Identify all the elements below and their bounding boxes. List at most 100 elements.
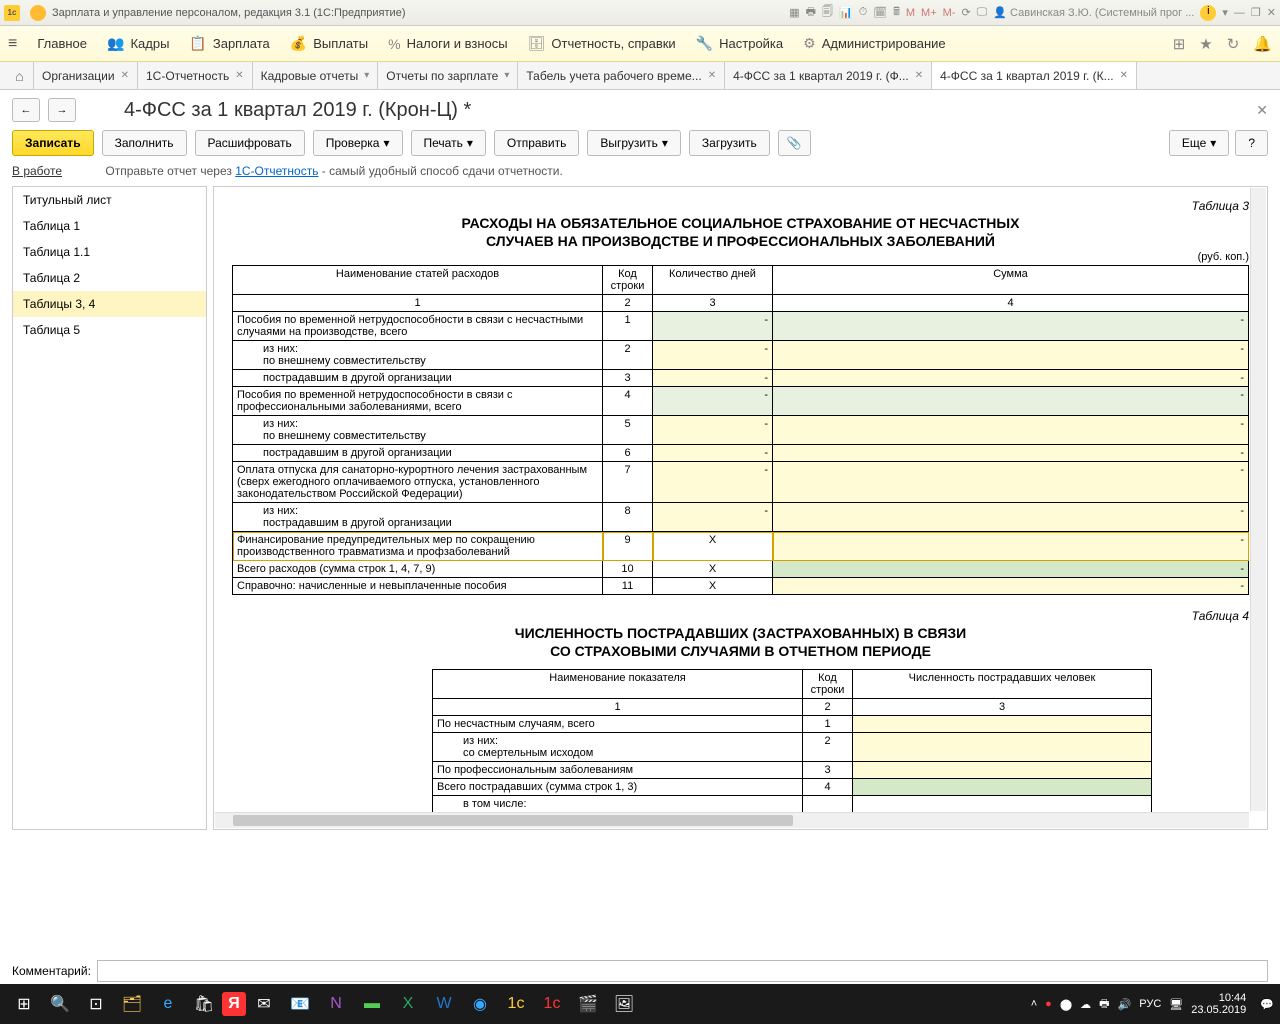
teamviewer-icon[interactable]: ◉ <box>462 988 498 1020</box>
attach-button[interactable]: 📎 <box>778 130 811 156</box>
nav-admin[interactable]: ⚙Администрирование <box>803 35 946 52</box>
maximize-icon[interactable]: ❐ <box>1251 6 1261 19</box>
nav-otchet[interactable]: 🗄Отчетность, справки <box>528 35 676 52</box>
close-icon[interactable]: ▾ <box>364 70 369 81</box>
sidebar-item[interactable]: Таблица 5 <box>13 317 206 343</box>
fill-button[interactable]: Заполнить <box>102 130 187 156</box>
tab-fss2[interactable]: 4-ФСС за 1 квартал 2019 г. (К...✕ <box>932 62 1137 89</box>
store-icon[interactable]: 🛍 <box>186 988 222 1020</box>
icon[interactable]: 📊 <box>839 6 853 19</box>
more-button[interactable]: Еще ▾ <box>1169 130 1229 156</box>
sidebar-item-selected[interactable]: Таблицы 3, 4 <box>13 291 206 317</box>
tray-icon[interactable]: ⬤ <box>1060 998 1072 1011</box>
icon[interactable]: ▦ <box>789 6 799 19</box>
check-button[interactable]: Проверка ▾ <box>313 130 403 156</box>
app-icon[interactable]: 🎬 <box>570 988 606 1020</box>
nav-zarplata[interactable]: 📋Зарплата <box>189 35 269 52</box>
tray-icon[interactable]: ● <box>1045 998 1052 1010</box>
outlook-icon[interactable]: 📧 <box>282 988 318 1020</box>
1c-icon[interactable]: 1c <box>498 988 534 1020</box>
close-icon[interactable]: ✕ <box>708 70 716 81</box>
menu-icon[interactable]: ≡ <box>8 35 17 53</box>
tray-icon[interactable]: 🖶 <box>1099 995 1109 1014</box>
nav-nastroyka[interactable]: 🔧Настройка <box>696 35 783 52</box>
icon[interactable]: 🖵 <box>977 6 988 19</box>
word-icon[interactable]: W <box>426 988 462 1020</box>
tab-1c[interactable]: 1С-Отчетность✕ <box>138 62 253 89</box>
print-button[interactable]: Печать ▾ <box>411 130 486 156</box>
clock[interactable]: 10:4423.05.2019 <box>1191 992 1252 1016</box>
lang-indicator[interactable]: РУС <box>1139 998 1161 1010</box>
edge-icon[interactable]: e <box>150 988 186 1020</box>
1c-icon[interactable]: 1c <box>534 988 570 1020</box>
status-link[interactable]: 1С-Отчетность <box>235 164 318 178</box>
app-icon[interactable]: 🖼 <box>606 988 642 1020</box>
import-button[interactable]: Загрузить <box>689 130 770 156</box>
scrollbar-horizontal[interactable] <box>215 812 1249 828</box>
mplus-icon[interactable]: M+ <box>921 7 937 19</box>
icon[interactable]: ⟳ <box>961 6 970 19</box>
notifications-icon[interactable]: 💬 <box>1260 998 1274 1011</box>
history-icon[interactable]: ↻ <box>1227 35 1240 53</box>
dropdown-icon[interactable] <box>30 5 46 21</box>
tab-zp[interactable]: Отчеты по зарплате▾ <box>378 62 518 89</box>
volume-icon[interactable]: 🔊 <box>1118 998 1132 1011</box>
back-button[interactable]: ← <box>12 98 40 122</box>
tab-org[interactable]: Организации✕ <box>34 62 138 89</box>
star-icon[interactable]: ★ <box>1199 35 1212 53</box>
tab-fss1[interactable]: 4-ФСС за 1 квартал 2019 г. (Ф...✕ <box>725 62 932 89</box>
scrollbar-vertical[interactable] <box>1250 188 1266 811</box>
home-tab[interactable]: ⌂ <box>6 62 34 89</box>
status-label[interactable]: В работе <box>12 164 62 178</box>
save-button[interactable]: Записать <box>12 130 94 156</box>
dropdown-icon[interactable]: ▾ <box>1222 6 1228 19</box>
explorer-icon[interactable]: 🗂 <box>114 988 150 1020</box>
tray-up-icon[interactable]: ˄ <box>1031 998 1037 1010</box>
nav-kadry[interactable]: 👥Кадры <box>107 35 169 52</box>
tray-icon[interactable]: ☁ <box>1080 998 1091 1011</box>
icon[interactable]: 🖩 <box>893 3 900 22</box>
excel-icon[interactable]: X <box>390 988 426 1020</box>
mail-icon[interactable]: ✉ <box>246 988 282 1020</box>
bell-icon[interactable]: 🔔 <box>1253 35 1272 53</box>
icon[interactable]: ⏱ <box>859 6 868 19</box>
decode-button[interactable]: Расшифровать <box>195 130 305 156</box>
forward-button[interactable]: → <box>48 98 76 122</box>
taskview-icon[interactable]: ⊡ <box>78 988 114 1020</box>
info-icon[interactable]: i <box>1200 5 1216 21</box>
start-button[interactable]: ⊞ <box>6 988 42 1020</box>
m-icon[interactable]: M <box>906 7 915 19</box>
app-icon[interactable]: ▬ <box>354 988 390 1020</box>
scrollbar-thumb[interactable] <box>233 815 793 826</box>
export-button[interactable]: Выгрузить ▾ <box>587 130 681 156</box>
onenote-icon[interactable]: N <box>318 988 354 1020</box>
sidebar-item[interactable]: Таблица 1.1 <box>13 239 206 265</box>
close-icon[interactable]: ✕ <box>915 70 923 81</box>
tab-tabel[interactable]: Табель учета рабочего време...✕ <box>518 62 725 89</box>
close-icon[interactable]: ✕ <box>235 70 243 81</box>
mminus-icon[interactable]: M- <box>943 7 956 19</box>
search-icon[interactable]: 🔍 <box>42 988 78 1020</box>
icon[interactable]: 🖶 <box>806 3 816 22</box>
sidebar-item[interactable]: Таблица 2 <box>13 265 206 291</box>
close-icon[interactable]: ✕ <box>1256 102 1268 119</box>
nav-main[interactable]: Главное <box>37 36 87 51</box>
close-icon[interactable]: ✕ <box>1120 70 1128 81</box>
nav-vyplaty[interactable]: 💰Выплаты <box>290 35 368 52</box>
sidebar-item[interactable]: Таблица 1 <box>13 213 206 239</box>
yandex-icon[interactable]: Я <box>222 992 246 1016</box>
apps-icon[interactable]: ⊞ <box>1173 35 1186 53</box>
close-icon[interactable]: ▾ <box>504 70 509 81</box>
icon[interactable]: 🗓 <box>873 6 887 19</box>
nav-nalogi[interactable]: %Налоги и взносы <box>388 36 508 52</box>
sidebar-item[interactable]: Титульный лист <box>13 187 206 213</box>
send-button[interactable]: Отправить <box>494 130 580 156</box>
close-icon[interactable]: ✕ <box>1267 6 1276 19</box>
tray-icon[interactable]: 🖥 <box>1169 998 1183 1011</box>
icon[interactable]: 🗐 <box>822 3 833 22</box>
comment-input[interactable] <box>97 960 1268 982</box>
close-icon[interactable]: ✕ <box>121 70 129 81</box>
tab-kadr[interactable]: Кадровые отчеты▾ <box>253 62 379 89</box>
user-label[interactable]: 👤 Савинская З.Ю. (Системный прог ... <box>993 6 1194 19</box>
help-button[interactable]: ? <box>1235 130 1268 156</box>
